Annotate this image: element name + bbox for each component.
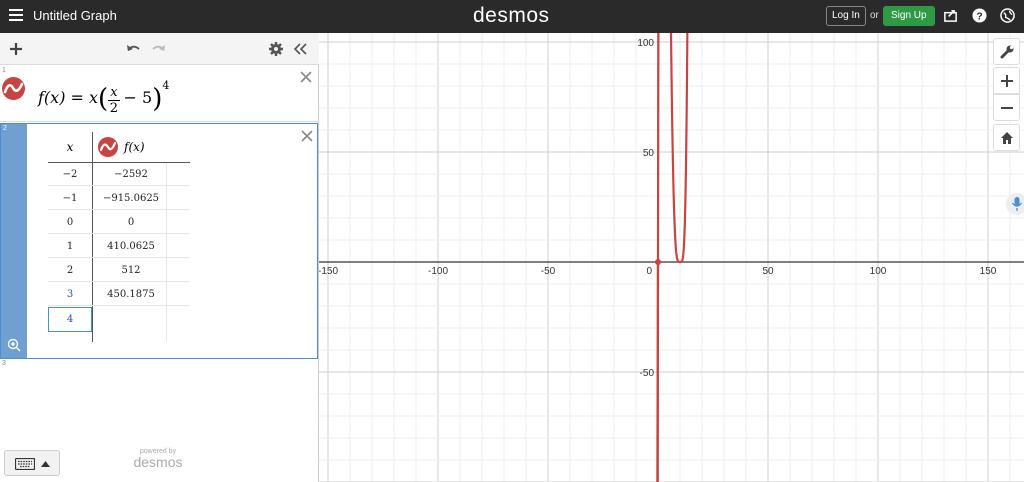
zoom-out-button[interactable]	[993, 94, 1020, 121]
cell-x[interactable]: −1	[48, 187, 92, 210]
cell-x[interactable]: 0	[48, 211, 92, 234]
audio-trace-button[interactable]	[1006, 193, 1024, 215]
top-bar: Untitled Graph desmos Log In or Sign Up …	[0, 0, 1024, 33]
delete-expression-icon[interactable]	[300, 71, 312, 83]
x-tick-label: 0	[646, 266, 652, 277]
x-tick-label: 50	[762, 266, 774, 277]
table-row-active: 4	[48, 307, 190, 332]
x-tick-label: -100	[428, 266, 448, 277]
or-label: or	[870, 10, 879, 21]
expression-list: 1 f(x) = x(x 2− 5)4 2 x f(x) −2 −2592 −…	[0, 33, 319, 482]
expression-item-2-table[interactable]: 2 x f(x) −2 −2592 −1 −915.0625 0 0 1 410…	[0, 123, 318, 359]
home-icon	[1001, 132, 1013, 144]
help-icon[interactable]: ?	[972, 8, 987, 23]
table-row: −1 −915.0625	[48, 187, 190, 210]
table-header-y-label: f(x)	[124, 140, 145, 154]
graph-settings-button[interactable]	[993, 38, 1020, 65]
expression-formula[interactable]: f(x) = x(x 2− 5)4	[38, 79, 169, 116]
collapse-list-icon[interactable]	[292, 41, 308, 57]
redo-icon[interactable]	[151, 41, 167, 57]
x-tick-label: 100	[870, 266, 887, 277]
expression-number: 1	[2, 67, 6, 74]
function-curve	[656, 33, 689, 482]
fraction-numerator: x	[108, 85, 120, 101]
origin-point	[655, 259, 661, 265]
menu-icon[interactable]	[9, 9, 23, 23]
table-row: 1 410.0625	[48, 235, 190, 258]
plus-icon	[1001, 75, 1013, 87]
cell-x[interactable]: 3	[48, 283, 92, 306]
powered-by-desmos[interactable]: powered by desmos	[130, 448, 186, 469]
cell-x[interactable]: −2	[48, 163, 92, 186]
formula-lhs: f(x) = x	[38, 88, 99, 107]
cell-y: 0	[127, 217, 135, 228]
x-tick-label: 150	[980, 266, 997, 277]
microphone-icon	[1011, 197, 1023, 211]
cell-x[interactable]: 1	[48, 235, 92, 258]
table-header-y[interactable]: f(x)	[96, 132, 186, 162]
expression-toolbar	[0, 33, 319, 65]
column-color-icon[interactable]	[98, 137, 118, 157]
graph-color-toggle-icon[interactable]	[2, 77, 25, 100]
keypad-toggle-button[interactable]	[4, 450, 60, 476]
zoom-fit-icon[interactable]	[7, 338, 21, 352]
table-row: 0 0	[48, 211, 190, 234]
cell-y: −915.0625	[102, 193, 160, 204]
settings-gear-icon[interactable]	[268, 41, 284, 57]
desmos-logo: desmos	[473, 4, 550, 27]
zoom-in-button[interactable]	[993, 67, 1020, 94]
cell-y: 512	[121, 265, 141, 276]
globe-icon[interactable]	[1000, 8, 1015, 23]
y-tick-label: -50	[640, 368, 655, 379]
table-row: −2 −2592	[48, 163, 190, 186]
signup-button[interactable]: Sign Up	[883, 6, 935, 26]
svg-text:?: ?	[976, 11, 982, 22]
add-icon[interactable]	[8, 41, 24, 57]
cell-y: 450.1875	[107, 289, 155, 300]
share-icon[interactable]	[943, 8, 958, 23]
graph-title[interactable]: Untitled Graph	[33, 8, 117, 23]
formula-exponent: 4	[162, 79, 170, 92]
fraction-denominator: 2	[109, 101, 118, 116]
y-tick-label: 50	[643, 148, 655, 159]
delete-expression-icon[interactable]	[301, 130, 313, 142]
table-header-x[interactable]: x	[48, 132, 92, 162]
powered-by-brand: desmos	[133, 454, 183, 470]
expression-number: 3	[2, 360, 6, 367]
y-tick-label: 100	[637, 38, 654, 49]
x-tick-label: -150	[319, 266, 338, 277]
formula-minus-term: − 5	[123, 88, 153, 107]
cell-x-input[interactable]: 4	[48, 307, 92, 332]
caret-up-icon	[41, 461, 50, 467]
selected-expression-bar: 2	[1, 124, 27, 358]
cell-x[interactable]: 2	[48, 259, 92, 282]
undo-icon[interactable]	[125, 41, 141, 57]
table-row: 2 512	[48, 259, 190, 282]
cell-y: 410.0625	[107, 241, 155, 252]
minus-icon	[1001, 107, 1013, 109]
cell-y: −2592	[114, 169, 148, 180]
expression-item-1[interactable]: 1 f(x) = x(x 2− 5)4	[0, 65, 318, 122]
wrench-icon	[1000, 45, 1014, 59]
login-button[interactable]: Log In	[826, 6, 866, 26]
x-tick-label: -50	[541, 266, 556, 277]
graph-paper[interactable]: -150 -100 -50 0 50 100 150 100 50 -50	[319, 33, 1024, 482]
default-viewport-button[interactable]	[993, 124, 1020, 151]
expression-number: 2	[3, 125, 7, 132]
keyboard-icon	[15, 458, 35, 470]
table-row: 3 450.1875	[48, 283, 190, 306]
